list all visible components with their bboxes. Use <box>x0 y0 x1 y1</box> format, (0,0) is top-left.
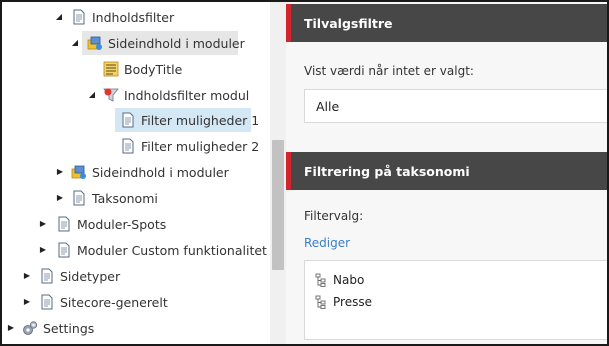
tree-item-label: Filter muligheder 1 <box>141 112 260 128</box>
expanded-arrow-icon[interactable]: ◢ <box>54 12 64 22</box>
tree-item-sideindhold-i-moduler[interactable]: ◢ Sideindhold i moduler <box>70 31 245 55</box>
tree-item-label: Settings <box>43 320 95 336</box>
section-title: Tilvalgsfiltre <box>304 15 393 31</box>
tree-item-label: Sideindhold i moduler <box>108 35 245 51</box>
list-item-presse[interactable]: Presse <box>315 293 372 311</box>
section-header-tilvalgsfiltre[interactable]: Tilvalgsfiltre <box>286 4 607 42</box>
document-icon <box>58 242 70 258</box>
document-icon <box>41 268 53 284</box>
app-window: ◢ Indholdsfilter ◢ Sideindhold i moduler… <box>0 0 609 346</box>
collapsed-arrow-icon[interactable]: ▶ <box>55 167 65 177</box>
collapsed-arrow-icon[interactable]: ▶ <box>55 193 65 203</box>
tree-item-moduler-custom-funktionalitet[interactable]: ▶ Moduler Custom funktionalitet <box>38 238 267 262</box>
tree-item-indholdsfilter-modul[interactable]: ◢ Indholdsfilter modul <box>87 83 249 107</box>
hierarchy-icon <box>315 295 326 309</box>
tree-item-label: Moduler Custom funktionalitet <box>77 242 267 258</box>
item-editor: Tilvalgsfiltre Vist værdi når intet er v… <box>286 2 607 344</box>
document-icon <box>58 216 70 232</box>
select-value: Alle <box>316 98 340 114</box>
tree-item-label: Filter muligheder 2 <box>141 138 260 154</box>
tree-item-label: BodyTitle <box>124 61 183 77</box>
field-label-empty-value: Vist værdi når intet er valgt: <box>304 64 474 78</box>
edit-link[interactable]: Rediger <box>304 236 350 250</box>
tree-item-label: Taksonomi <box>92 190 158 206</box>
tree-item-label: Sitecore-generelt <box>60 294 168 310</box>
tree-item-sidetyper[interactable]: ▶ Sidetyper <box>22 264 120 288</box>
settings-icon <box>23 321 38 335</box>
tree-item-bodytitle[interactable]: BodyTitle <box>103 57 182 81</box>
tree-item-sitecore-generelt[interactable]: ▶ Sitecore-generelt <box>22 290 168 314</box>
tree-item-taksonomi[interactable]: ▶ Taksonomi <box>55 186 158 210</box>
document-icon <box>41 294 53 310</box>
field-label-filtervalg: Filtervalg: <box>304 209 364 223</box>
collapsed-arrow-icon[interactable]: ▶ <box>22 297 32 307</box>
taxonomy-list: Nabo Presse <box>304 260 607 340</box>
tree-item-label: Sideindhold i moduler <box>92 164 229 180</box>
filter-module-icon <box>103 88 119 102</box>
collapsed-arrow-icon[interactable]: ▶ <box>38 219 48 229</box>
collapsed-arrow-icon[interactable]: ▶ <box>6 323 16 333</box>
module-folder-icon <box>71 165 86 179</box>
document-icon <box>122 138 134 154</box>
template-field-icon <box>103 61 119 77</box>
section-header-filtrering-pa-taksonomi[interactable]: Filtrering på taksonomi <box>286 152 607 190</box>
tree-item-indholdsfilter[interactable]: ◢ Indholdsfilter <box>54 5 174 29</box>
expanded-arrow-icon[interactable]: ◢ <box>87 90 97 100</box>
hierarchy-icon <box>315 273 326 287</box>
collapsed-arrow-icon[interactable]: ▶ <box>38 245 48 255</box>
tree-item-moduler-spots[interactable]: ▶ Moduler-Spots <box>38 212 166 236</box>
tree-item-filter-muligheder-1[interactable]: Filter muligheder 1 <box>120 108 259 132</box>
tree-item-label: Indholdsfilter modul <box>124 87 250 103</box>
tree-item-label: Moduler-Spots <box>77 216 167 232</box>
tree-item-filter-muligheder-2[interactable]: Filter muligheder 2 <box>120 134 259 158</box>
tree-item-label: Sidetyper <box>60 268 121 284</box>
content-tree: ◢ Indholdsfilter ◢ Sideindhold i moduler… <box>2 2 270 344</box>
module-folder-icon <box>87 36 102 50</box>
tree-item-sideindhold-i-moduler-2[interactable]: ▶ Sideindhold i moduler <box>55 160 229 184</box>
tree-scrollbar-thumb[interactable] <box>272 140 284 270</box>
tree-item-settings[interactable]: ▶ Settings <box>6 316 94 340</box>
empty-value-select[interactable]: Alle <box>304 89 607 123</box>
tree-item-label: Indholdsfilter <box>92 9 175 25</box>
expanded-arrow-icon[interactable]: ◢ <box>70 38 80 48</box>
document-icon <box>73 190 85 206</box>
document-icon <box>122 112 134 128</box>
section-title: Filtrering på taksonomi <box>304 163 470 179</box>
list-item-label: Nabo <box>333 273 365 287</box>
list-item-label: Presse <box>333 295 372 309</box>
document-icon <box>73 9 85 25</box>
collapsed-arrow-icon[interactable]: ▶ <box>22 271 32 281</box>
list-item-nabo[interactable]: Nabo <box>315 271 364 289</box>
